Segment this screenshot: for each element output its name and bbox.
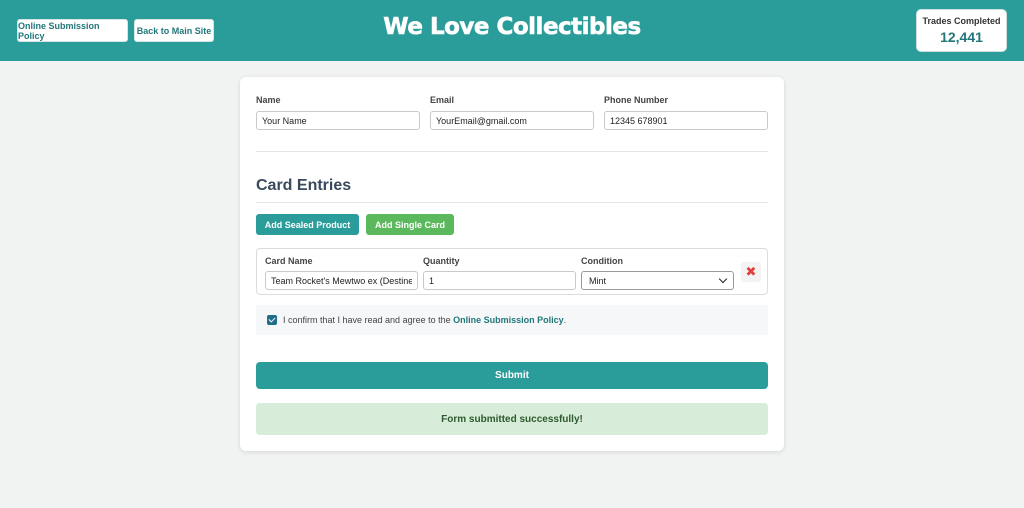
condition-value: Mint: [589, 275, 607, 286]
submission-form: Name Email Phone Number Card Entries Add…: [240, 77, 784, 451]
add-single-card-button[interactable]: Add Single Card: [366, 214, 454, 235]
quantity-input[interactable]: [423, 271, 576, 290]
phone-label: Phone Number: [604, 95, 669, 105]
chevron-down-icon: [718, 274, 728, 284]
remove-entry-button[interactable]: ✖: [741, 262, 761, 282]
submit-button[interactable]: Submit: [256, 362, 768, 389]
confirm-text: I confirm that I have read and agree to …: [283, 315, 566, 325]
condition-label: Condition: [581, 256, 623, 266]
section-divider: [256, 202, 768, 203]
trades-label: Trades Completed: [922, 16, 1001, 26]
name-label: Name: [256, 95, 281, 105]
condition-select[interactable]: Mint: [581, 271, 734, 290]
card-name-label: Card Name: [265, 256, 313, 266]
divider: [256, 151, 768, 152]
confirm-box: I confirm that I have read and agree to …: [256, 305, 768, 335]
site-title: We Love Collectibles: [383, 14, 642, 41]
card-name-input[interactable]: [265, 271, 418, 290]
add-sealed-product-button[interactable]: Add Sealed Product: [256, 214, 359, 235]
success-message: Form submitted successfully!: [256, 403, 768, 435]
trades-counter: Trades Completed 12,441: [916, 9, 1007, 52]
name-input[interactable]: [256, 111, 420, 130]
close-icon: ✖: [745, 264, 757, 279]
confirm-text-suffix: .: [563, 315, 567, 325]
card-entries-title: Card Entries: [256, 177, 352, 194]
confirm-checkbox[interactable]: [267, 315, 277, 325]
email-input[interactable]: [430, 111, 594, 130]
trades-value: 12,441: [940, 29, 983, 45]
quantity-label: Quantity: [423, 256, 460, 266]
confirm-text-prefix: I confirm that I have read and agree to …: [283, 315, 454, 325]
email-label: Email: [430, 95, 455, 105]
phone-input[interactable]: [604, 111, 768, 130]
card-entry: Card Name Quantity Condition Mint ✖: [256, 248, 768, 295]
header: Online Submission Policy Back to Main Si…: [0, 0, 1024, 61]
policy-link[interactable]: Online Submission Policy: [453, 315, 564, 325]
